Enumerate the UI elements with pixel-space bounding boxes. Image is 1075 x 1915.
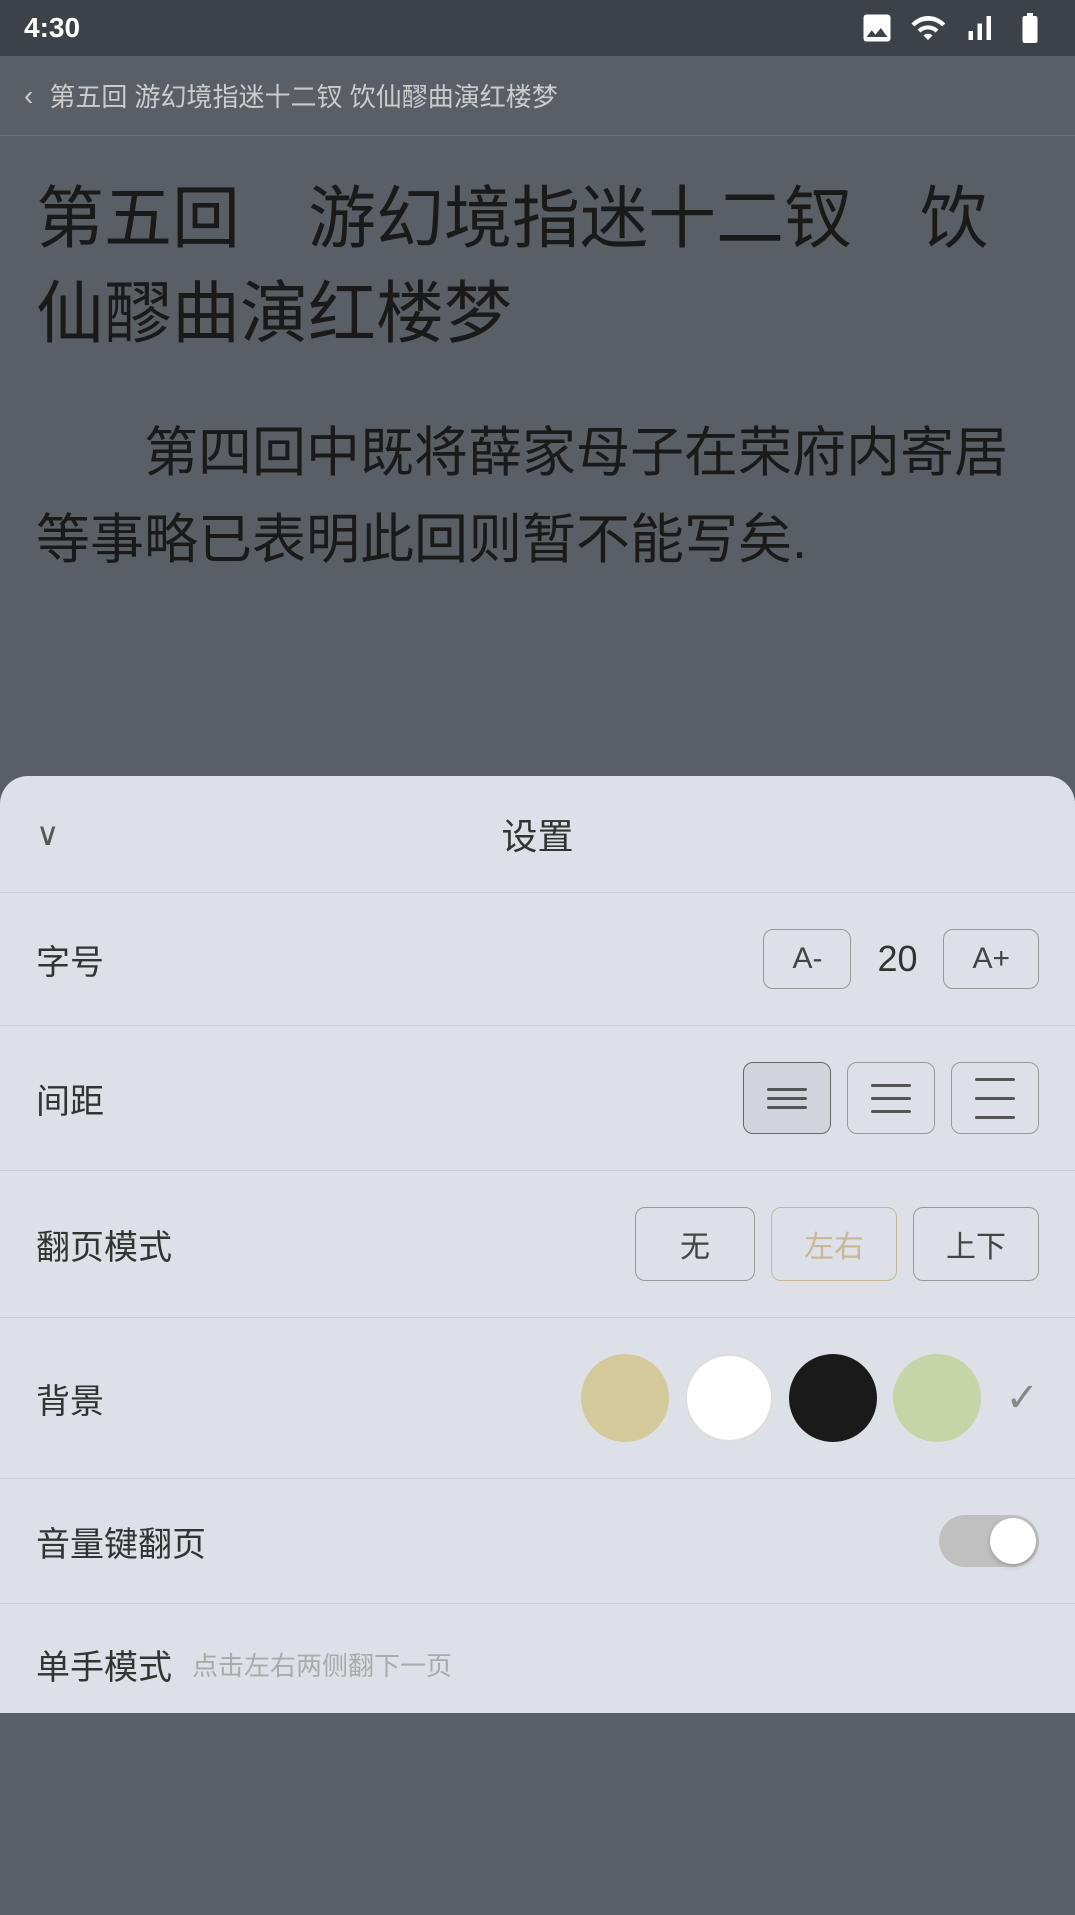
background-row: 背景 ✓ — [0, 1318, 1075, 1479]
spacing-compact-button[interactable] — [743, 1062, 831, 1134]
volume-key-row: 音量键翻页 — [0, 1479, 1075, 1604]
bg-green-button[interactable] — [893, 1354, 981, 1442]
font-size-row: 字号 A- 20 A+ — [0, 893, 1075, 1026]
page-mode-row: 翻页模式 无 左右 上下 — [0, 1171, 1075, 1318]
single-hand-hint: 点击左右两侧翻下一页 — [192, 1646, 452, 1683]
collapse-button[interactable]: ∨ — [36, 815, 59, 853]
chapter-body: 第四回中既将薛家母子在荣府内寄居等事略已表明此回则暂不能写矣. — [36, 410, 1039, 583]
image-icon — [859, 10, 895, 46]
spacing-label: 间距 — [36, 1074, 104, 1123]
spacing-controls — [743, 1062, 1039, 1134]
volume-key-label: 音量键翻页 — [36, 1517, 206, 1566]
bg-beige-button[interactable] — [581, 1354, 669, 1442]
font-size-label: 字号 — [36, 935, 104, 984]
page-mode-label: 翻页模式 — [36, 1220, 172, 1269]
content-area: 第五回 游幻境指迷十二钗 饮仙醪曲演红楼梦 第四回中既将薛家母子在荣府内寄居等事… — [0, 136, 1075, 776]
spacing-loose-icon — [975, 1078, 1015, 1119]
back-icon: ‹ — [24, 80, 33, 112]
wifi-icon — [907, 10, 949, 46]
bg-white-button[interactable] — [685, 1354, 773, 1442]
nav-title: 第五回 游幻境指迷十二钗 饮仙醪曲演红楼梦 — [49, 77, 557, 114]
page-mode-none-button[interactable]: 无 — [635, 1207, 755, 1281]
spacing-compact-icon — [767, 1088, 807, 1109]
font-size-value: 20 — [867, 938, 927, 980]
toggle-knob — [990, 1518, 1036, 1564]
status-time: 4:30 — [24, 12, 80, 44]
font-increase-button[interactable]: A+ — [943, 929, 1039, 989]
volume-key-toggle[interactable] — [939, 1515, 1039, 1567]
settings-title: 设置 — [501, 808, 573, 860]
spacing-loose-button[interactable] — [951, 1062, 1039, 1134]
chapter-title: 第五回 游幻境指迷十二钗 饮仙醪曲演红楼梦 — [36, 172, 1039, 362]
page-mode-controls: 无 左右 上下 — [635, 1207, 1039, 1281]
single-hand-content: 单手模式 点击左右两侧翻下一页 — [36, 1640, 452, 1689]
nav-bar: ‹ 第五回 游幻境指迷十二钗 饮仙醪曲演红楼梦 — [0, 56, 1075, 136]
background-label: 背景 — [36, 1374, 104, 1423]
font-decrease-button[interactable]: A- — [763, 929, 851, 989]
signal-icon — [961, 10, 997, 46]
status-icons — [859, 10, 1051, 46]
settings-header: ∨ 设置 — [0, 776, 1075, 893]
single-hand-label: 单手模式 — [36, 1640, 172, 1689]
nav-back-button[interactable]: ‹ 第五回 游幻境指迷十二钗 饮仙醪曲演红楼梦 — [24, 77, 558, 114]
spacing-normal-button[interactable] — [847, 1062, 935, 1134]
spacing-normal-icon — [871, 1084, 911, 1113]
bg-selected-checkmark: ✓ — [1005, 1375, 1039, 1421]
font-size-controls: A- 20 A+ — [763, 929, 1039, 989]
single-hand-row: 单手模式 点击左右两侧翻下一页 — [0, 1604, 1075, 1713]
status-bar: 4:30 — [0, 0, 1075, 56]
page-mode-tb-button[interactable]: 上下 — [913, 1207, 1039, 1281]
bg-black-button[interactable] — [789, 1354, 877, 1442]
background-controls: ✓ — [581, 1354, 1039, 1442]
settings-panel: ∨ 设置 字号 A- 20 A+ 间距 — [0, 776, 1075, 1713]
battery-icon — [1009, 10, 1051, 46]
spacing-row: 间距 — [0, 1026, 1075, 1171]
page-mode-lr-button[interactable]: 左右 — [771, 1207, 897, 1281]
